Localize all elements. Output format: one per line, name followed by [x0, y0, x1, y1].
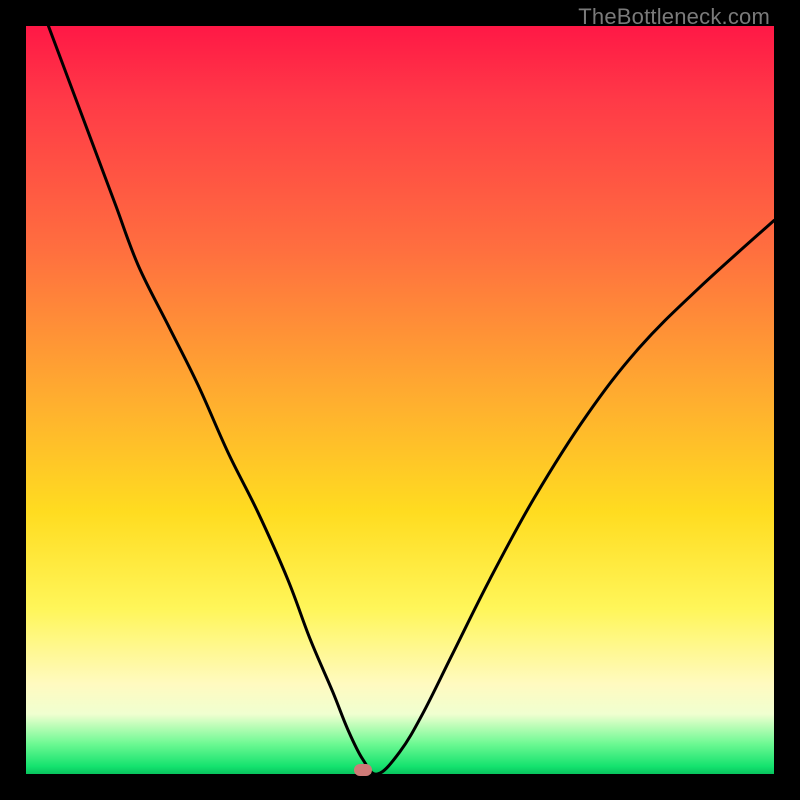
chart-frame: TheBottleneck.com [0, 0, 800, 800]
optimum-marker [354, 764, 372, 776]
plot-area [26, 26, 774, 774]
bottleneck-curve [26, 26, 774, 774]
